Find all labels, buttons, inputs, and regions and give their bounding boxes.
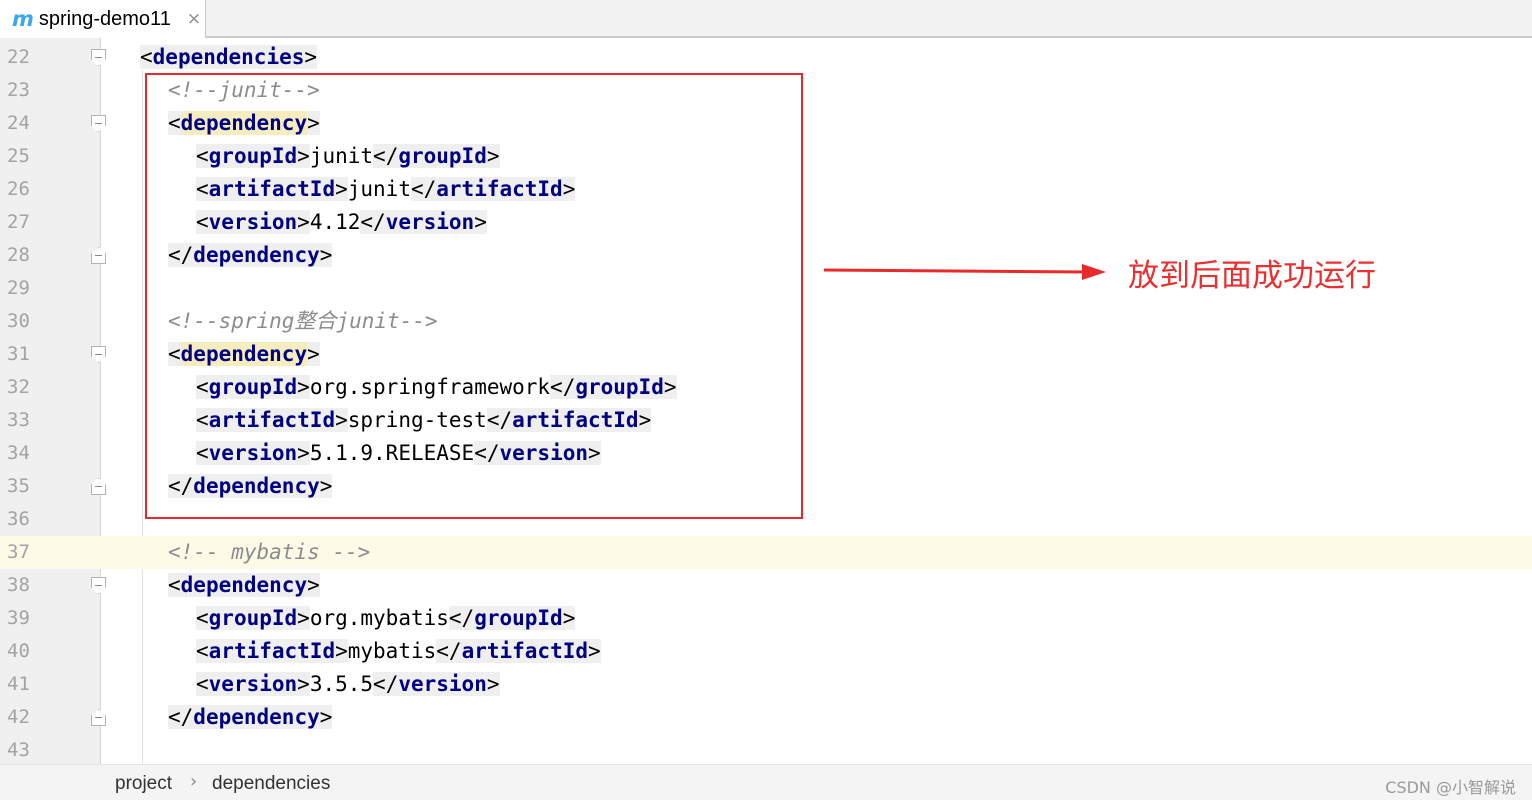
tag-name: dependency <box>193 705 320 729</box>
line-number: 36 <box>7 508 30 530</box>
xml-open-tag: <artifactId> <box>196 639 348 663</box>
line-number: 23 <box>7 79 30 101</box>
line-number: 41 <box>7 673 30 695</box>
xml-comment: <!-- mybatis --> <box>168 540 371 564</box>
highlight-box <box>145 73 803 519</box>
line-number: 39 <box>7 607 30 629</box>
xml-open-tag: <groupId> <box>196 606 310 630</box>
line-number: 42 <box>7 706 30 728</box>
tag-name: version <box>398 672 487 696</box>
breadcrumb-dependencies[interactable]: dependencies <box>212 773 330 795</box>
tab-spring-demo11[interactable]: m spring-demo11 × <box>0 0 206 38</box>
tag-name: artifactId <box>208 639 336 663</box>
line-number: 37 <box>0 536 100 569</box>
code-line[interactable]: 22 <dependencies> <box>0 41 1532 74</box>
tag-name: dependencies <box>152 45 305 69</box>
tab-title: spring-demo11 <box>38 7 171 30</box>
code-text: <version>3.5.5</version> <box>196 668 500 701</box>
line-number: 34 <box>7 442 30 464</box>
tag-name: artifactId <box>461 639 588 663</box>
code-text: <dependency> <box>168 569 320 602</box>
line-number: 40 <box>7 640 30 662</box>
code-line[interactable]: 41 <version>3.5.5</version> <box>0 668 1532 701</box>
tag-name: groupId <box>208 606 298 630</box>
tag-name: version <box>208 672 298 696</box>
tag-value: org.mybatis <box>309 606 449 630</box>
code-line[interactable]: 39 <groupId>org.mybatis</groupId> <box>0 602 1532 635</box>
code-text: </dependency> <box>168 701 333 734</box>
breadcrumb-project[interactable]: project <box>115 773 172 795</box>
xml-close-tag: </dependency> <box>168 705 333 729</box>
code-line[interactable]: 37 <!-- mybatis --> <box>0 536 1532 569</box>
code-line[interactable]: 38 <dependency> <box>0 569 1532 602</box>
tag-value: mybatis <box>347 639 437 663</box>
line-number: 32 <box>7 376 30 398</box>
arrow-right-icon <box>824 264 1106 280</box>
close-icon[interactable]: × <box>187 9 201 29</box>
xml-close-tag: </artifactId> <box>436 639 601 663</box>
code-text: <artifactId>mybatis</artifactId> <box>196 635 601 668</box>
xml-open-tag: <dependencies> <box>140 45 318 69</box>
line-number: 35 <box>7 475 30 497</box>
line-number: 43 <box>7 739 30 761</box>
line-number: 33 <box>7 409 30 431</box>
watermark: CSDN @小智解说 <box>1385 778 1516 797</box>
annotation-text: 放到后面成功运行 <box>1128 258 1376 294</box>
xml-open-tag: <dependency> <box>168 573 320 597</box>
tag-name: dependency <box>180 573 308 597</box>
editor-tab-bar: m spring-demo11 × <box>0 0 1532 38</box>
tag-value: 3.5.5 <box>309 672 374 696</box>
maven-icon: m <box>12 7 34 31</box>
code-text: <groupId>org.mybatis</groupId> <box>196 602 576 635</box>
breadcrumb: project › dependencies CSDN @小智解说 <box>0 764 1532 800</box>
line-number: 22 <box>7 46 30 68</box>
code-line[interactable]: 42 </dependency> <box>0 701 1532 734</box>
code-line[interactable]: 43 <box>0 734 1532 767</box>
line-number: 27 <box>7 211 30 233</box>
xml-close-tag: </groupId> <box>448 606 576 630</box>
tag-name: groupId <box>474 606 563 630</box>
line-number: 38 <box>7 574 30 596</box>
line-number: 31 <box>7 343 30 365</box>
xml-close-tag: </version> <box>373 672 500 696</box>
line-number: 28 <box>7 244 30 266</box>
code-text: <dependencies> <box>140 41 318 74</box>
code-text: <!-- mybatis --> <box>168 536 370 569</box>
line-number: 29 <box>7 277 30 299</box>
code-line[interactable]: 40 <artifactId>mybatis</artifactId> <box>0 635 1532 668</box>
line-number: 26 <box>7 178 30 200</box>
chevron-right-icon: › <box>190 771 198 792</box>
xml-open-tag: <version> <box>196 672 310 696</box>
line-number: 25 <box>7 145 30 167</box>
line-number: 30 <box>7 310 30 332</box>
line-number: 24 <box>7 112 30 134</box>
